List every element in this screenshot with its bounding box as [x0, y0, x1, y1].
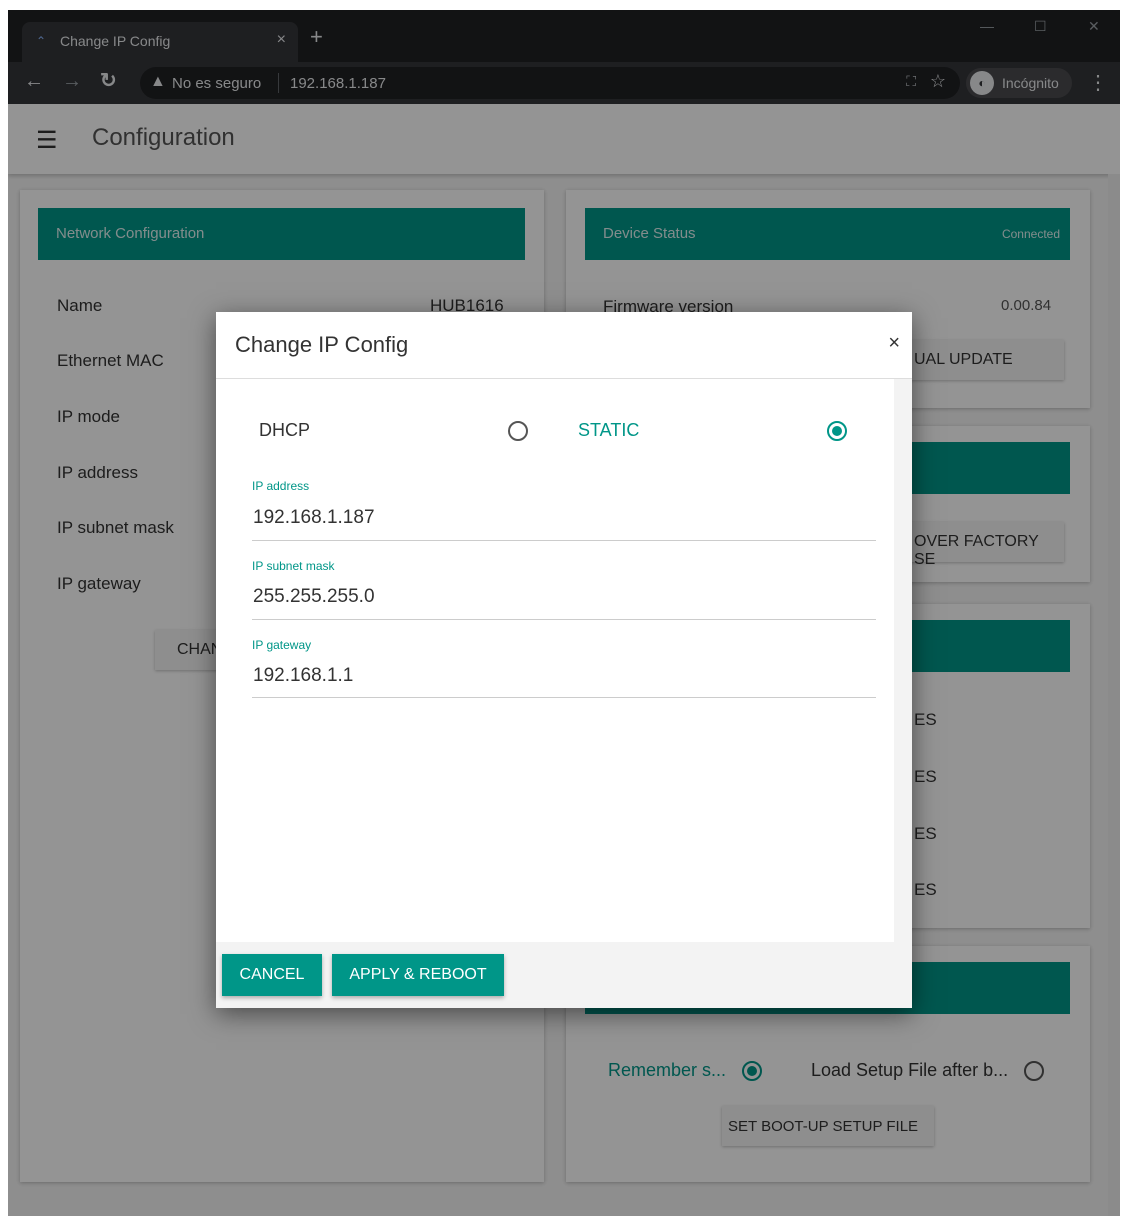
subnet-mask-underline	[252, 619, 876, 620]
gateway-label: IP gateway	[252, 638, 312, 652]
gateway-underline	[252, 697, 876, 698]
static-radio[interactable]	[827, 421, 847, 441]
cancel-button[interactable]: CANCEL	[222, 954, 322, 996]
ip-address-input[interactable]: 192.168.1.187	[253, 507, 375, 529]
cancel-button-label: CANCEL	[239, 966, 305, 983]
dhcp-radio[interactable]	[508, 421, 528, 441]
ip-address-underline	[252, 540, 876, 541]
gateway-input[interactable]: 192.168.1.1	[253, 665, 353, 687]
static-label: STATIC	[578, 420, 640, 440]
close-icon[interactable]: ×	[888, 332, 900, 355]
dialog-body: DHCP STATIC IP address 192.168.1.187 IP …	[216, 379, 894, 942]
browser-window: ⌃ Change IP Config × + — ☐ ✕ ← → ↻ ▲ No …	[8, 10, 1120, 1216]
subnet-mask-input[interactable]: 255.255.255.0	[253, 586, 375, 608]
change-ip-dialog: Change IP Config × DHCP STATIC IP addres…	[216, 312, 912, 1008]
dialog-scrollbar[interactable]	[894, 379, 912, 942]
dialog-title: Change IP Config	[235, 332, 409, 357]
subnet-mask-label: IP subnet mask	[252, 559, 335, 573]
dhcp-label: DHCP	[259, 420, 311, 440]
apply-reboot-label: APPLY & REBOOT	[349, 966, 487, 983]
dialog-footer: CANCEL APPLY & REBOOT	[216, 942, 912, 1008]
ip-address-label: IP address	[252, 479, 310, 493]
apply-reboot-button[interactable]: APPLY & REBOOT	[332, 954, 504, 996]
